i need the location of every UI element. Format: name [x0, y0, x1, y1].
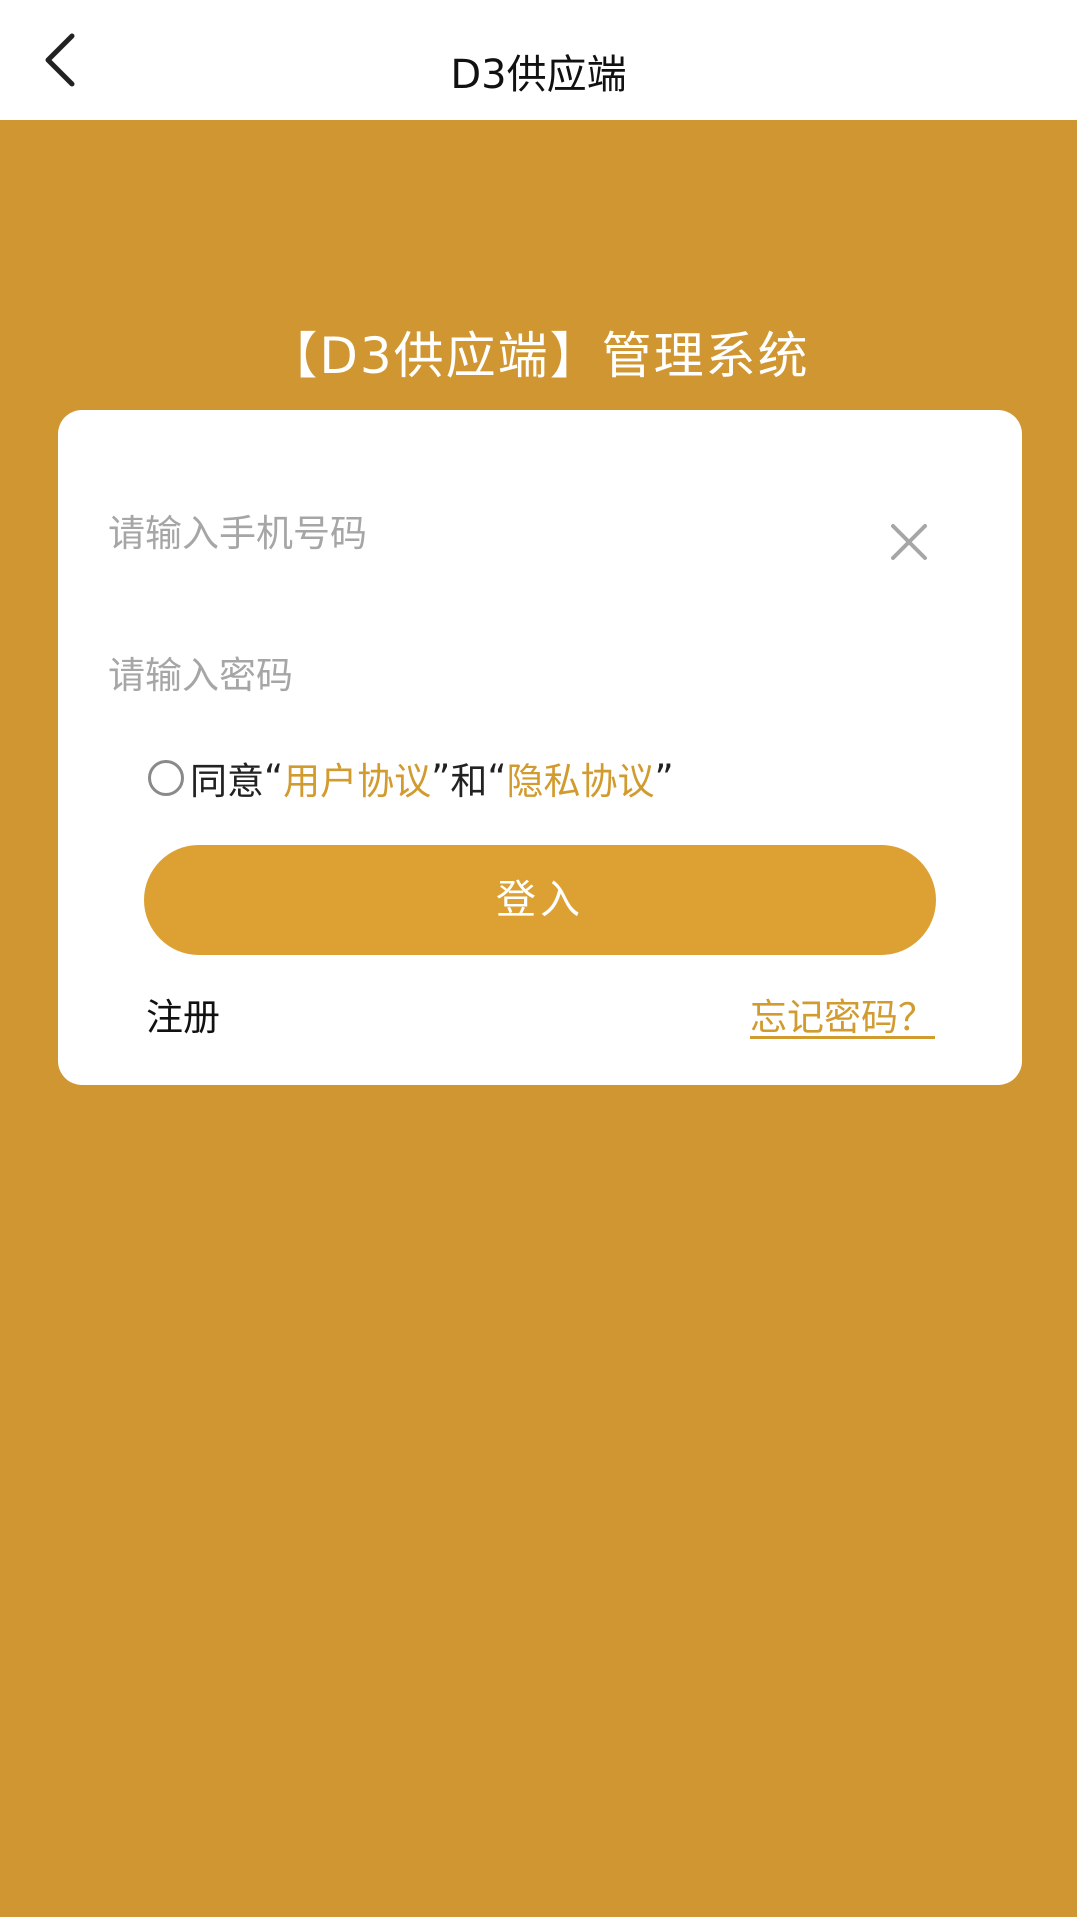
user-agreement-link[interactable]: 用户协议 [283, 751, 431, 805]
privacy-agreement-link[interactable]: 隐私协议 [507, 751, 655, 805]
password-input[interactable] [108, 640, 868, 710]
radio-unchecked-icon[interactable] [148, 760, 184, 796]
forgot-password-link[interactable]: 忘记密码？ [750, 990, 935, 1046]
nav-title: D3供应端 [450, 52, 627, 98]
quote-close: ” [654, 756, 674, 800]
quote-close: ” [431, 756, 451, 800]
chevron-left-icon [45, 33, 75, 87]
phone-input[interactable] [108, 498, 868, 568]
back-button[interactable] [30, 30, 90, 90]
page-heading: 【D3供应端】管理系统 [267, 327, 810, 385]
register-link[interactable]: 注册 [146, 990, 220, 1046]
close-icon [891, 524, 927, 560]
agreement-row: 同意 “ 用户协议 ” 和 “ 隐私协议 ” [148, 748, 674, 808]
quote-open: “ [487, 756, 507, 800]
login-button[interactable]: 登入 [144, 845, 936, 955]
quote-open: “ [264, 756, 284, 800]
agree-prefix: 同意 [190, 760, 264, 803]
clear-phone-button[interactable] [882, 515, 936, 569]
and-text: 和 [450, 760, 488, 803]
nav-bar: D3供应端 [0, 0, 1077, 120]
